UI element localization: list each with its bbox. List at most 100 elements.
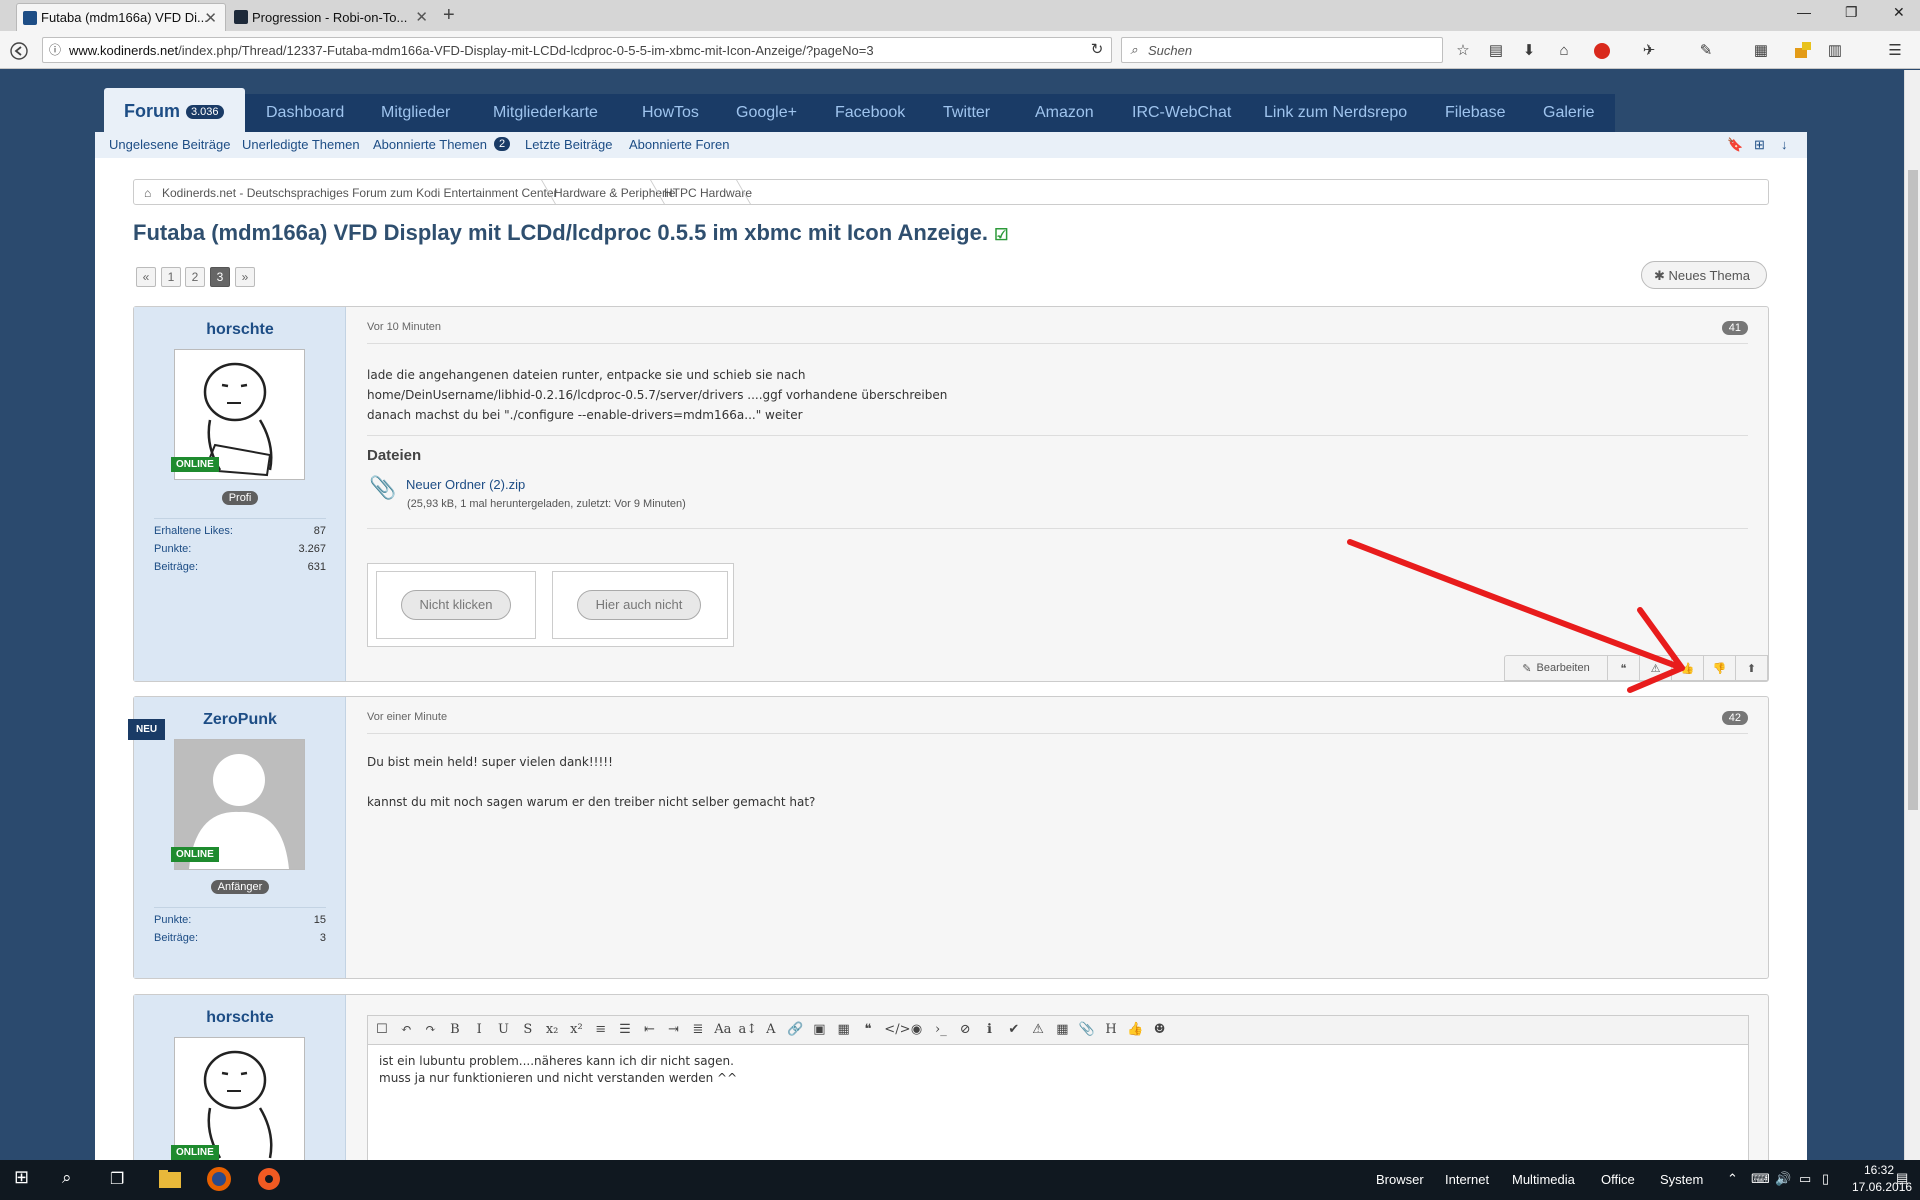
nav-item-google-[interactable]: Google+ <box>736 104 797 122</box>
taskbar-toolbar-internet[interactable]: Internet <box>1445 1172 1489 1187</box>
editor-button[interactable]: H <box>1103 1022 1119 1038</box>
editor-button[interactable]: ▦ <box>1054 1022 1070 1038</box>
editor-button[interactable]: ☻ <box>1152 1022 1168 1038</box>
editor-button[interactable]: ▣ <box>811 1022 827 1038</box>
restore-icon[interactable]: ❐ <box>1845 4 1858 21</box>
breadcrumb-item[interactable]: Kodinerds.net - Deutschsprachiges Forum … <box>162 186 558 200</box>
keyboard-icon[interactable]: ⌨ <box>1751 1171 1770 1187</box>
attachment-link[interactable]: Neuer Ordner (2).zip <box>406 477 525 492</box>
close-tab-icon[interactable]: ✕ <box>204 9 217 27</box>
close-tab-icon[interactable]: ✕ <box>415 8 428 26</box>
editor-button[interactable]: 📎 <box>1079 1022 1095 1038</box>
editor-button[interactable]: B <box>447 1022 463 1038</box>
clipboard-icon[interactable]: ▥ <box>1826 42 1844 60</box>
reading-list-icon[interactable]: ▤ <box>1487 42 1505 60</box>
nav-item-mitglieder[interactable]: Mitglieder <box>381 104 450 122</box>
editor-button[interactable]: ↷ <box>423 1022 439 1038</box>
editor-button[interactable]: ⇥ <box>666 1022 682 1038</box>
stat-label[interactable]: Beiträge: <box>154 929 198 947</box>
pager-next[interactable]: » <box>235 267 255 287</box>
new-thread-button[interactable]: ✱ Neues Thema <box>1641 261 1767 289</box>
author-name[interactable]: horschte <box>134 1009 346 1027</box>
editor-button[interactable]: ≣ <box>690 1022 706 1038</box>
stat-label[interactable]: Erhaltene Likes: <box>154 522 233 540</box>
taskbar-toolbar-system[interactable]: System <box>1660 1172 1703 1187</box>
battery-icon[interactable]: ▯ <box>1822 1171 1829 1187</box>
pen-icon[interactable]: ✎ <box>1697 42 1715 60</box>
nav-item-twitter[interactable]: Twitter <box>943 104 990 122</box>
new-tab-icon[interactable]: + <box>443 4 455 27</box>
stat-label[interactable]: Punkte: <box>154 540 191 558</box>
nav-item-dashboard[interactable]: Dashboard <box>266 104 344 122</box>
firefox-icon[interactable] <box>206 1166 232 1192</box>
editor-button[interactable]: ☰ <box>617 1022 633 1038</box>
editor-button[interactable]: ⇤ <box>641 1022 657 1038</box>
editor-button[interactable]: Aa <box>714 1022 731 1038</box>
search-input[interactable]: ⌕ Suchen <box>1121 37 1443 63</box>
file-explorer-icon[interactable] <box>158 1168 182 1190</box>
pager-page-3[interactable]: 3 <box>210 267 230 287</box>
windows-start-icon[interactable]: ⊞ <box>14 1167 29 1188</box>
pager-page-1[interactable]: 1 <box>161 267 181 287</box>
editor-button[interactable]: ❝ <box>860 1022 876 1038</box>
minimize-icon[interactable]: — <box>1797 4 1811 20</box>
clock-time[interactable]: 16:32 <box>1864 1163 1894 1177</box>
back-icon[interactable] <box>10 42 28 60</box>
taskbar-toolbar-multimedia[interactable]: Multimedia <box>1512 1172 1575 1187</box>
nav-item-forum[interactable]: Forum 3.036 <box>104 88 245 132</box>
editor-button[interactable]: x² <box>568 1022 584 1038</box>
pager-page-2[interactable]: 2 <box>185 267 205 287</box>
nav-item-facebook[interactable]: Facebook <box>835 104 905 122</box>
notification-center-icon[interactable]: ▤ <box>1896 1170 1908 1186</box>
taskbar-toolbar-browser[interactable]: Browser <box>1376 1172 1424 1187</box>
nav-item-irc-webchat[interactable]: IRC-WebChat <box>1132 104 1231 122</box>
editor-button[interactable]: 🔗 <box>787 1022 803 1038</box>
nav-item-galerie[interactable]: Galerie <box>1543 104 1595 122</box>
info-icon[interactable]: ⓘ <box>46 41 64 59</box>
editor-button[interactable]: ↶ <box>398 1022 414 1038</box>
nav-item-filebase[interactable]: Filebase <box>1445 104 1505 122</box>
editor-button[interactable]: ≡ <box>593 1022 609 1038</box>
nav-item-howtos[interactable]: HowTos <box>642 104 699 122</box>
subnav-unerledigte[interactable]: Unerledigte Themen <box>242 137 360 152</box>
post-number-badge[interactable]: 42 <box>1721 711 1748 725</box>
taskbar-toolbar-office[interactable]: Office <box>1601 1172 1635 1187</box>
stat-label[interactable]: Punkte: <box>154 911 191 929</box>
chevron-up-icon[interactable]: ⌃ <box>1727 1171 1738 1187</box>
editor-button[interactable]: ✔ <box>1006 1022 1022 1038</box>
editor-button[interactable]: S <box>520 1022 536 1038</box>
editor-button[interactable]: ☐ <box>374 1022 390 1038</box>
post-date[interactable]: Vor einer Minute <box>367 711 447 723</box>
nicht-klicken-button[interactable]: Nicht klicken <box>401 590 511 620</box>
nav-item-mitgliederkarte[interactable]: Mitgliederkarte <box>493 104 598 122</box>
scroll-top-icon[interactable]: ⬆ <box>1735 656 1767 680</box>
nav-item-link-zum-nerdsrepo[interactable]: Link zum Nerdsrepo <box>1264 104 1407 122</box>
editor-button[interactable]: x₂ <box>544 1022 560 1038</box>
dislike-icon[interactable]: 👎 <box>1703 656 1735 680</box>
author-name[interactable]: horschte <box>134 321 346 339</box>
reload-icon[interactable]: ↻ <box>1088 41 1106 59</box>
subnav-letzte[interactable]: Letzte Beiträge <box>525 137 612 152</box>
author-name[interactable]: ZeroPunk <box>134 711 346 729</box>
scroll-down-icon[interactable]: ↓ <box>1781 137 1788 152</box>
search-icon[interactable]: ⌕ <box>62 1168 72 1188</box>
browser-tab[interactable]: Progression - Robi-on-To... ✕ <box>228 3 436 31</box>
pager-first[interactable]: « <box>136 267 156 287</box>
calendar-icon[interactable]: ▦ <box>1752 42 1770 60</box>
address-bar[interactable]: ⓘ www.kodinerds.net/index.php/Thread/123… <box>42 37 1112 63</box>
sitemap-icon[interactable]: ⊞ <box>1754 137 1765 153</box>
editor-button[interactable]: I <box>471 1022 487 1038</box>
bookmark-icon[interactable]: 🔖 <box>1727 137 1743 153</box>
browser-tab-active[interactable]: Futaba (mdm166a) VFD Di... ✕ <box>16 3 226 31</box>
editor-button[interactable]: a↕ <box>739 1022 758 1038</box>
editor-button[interactable]: ⊘ <box>957 1022 973 1038</box>
subnav-abonnierte-foren[interactable]: Abonnierte Foren <box>629 137 729 152</box>
volume-icon[interactable]: 🔊 <box>1775 1171 1791 1187</box>
home-icon[interactable]: ⌂ <box>144 186 151 200</box>
editor-button[interactable]: ⚠ <box>1030 1022 1046 1038</box>
nav-item-amazon[interactable]: Amazon <box>1035 104 1094 122</box>
extension-icon[interactable]: ✈ <box>1640 42 1658 60</box>
editor-button[interactable]: ›_ <box>933 1022 949 1038</box>
editor-button[interactable]: 👍 <box>1127 1022 1143 1038</box>
stat-label[interactable]: Beiträge: <box>154 558 198 576</box>
